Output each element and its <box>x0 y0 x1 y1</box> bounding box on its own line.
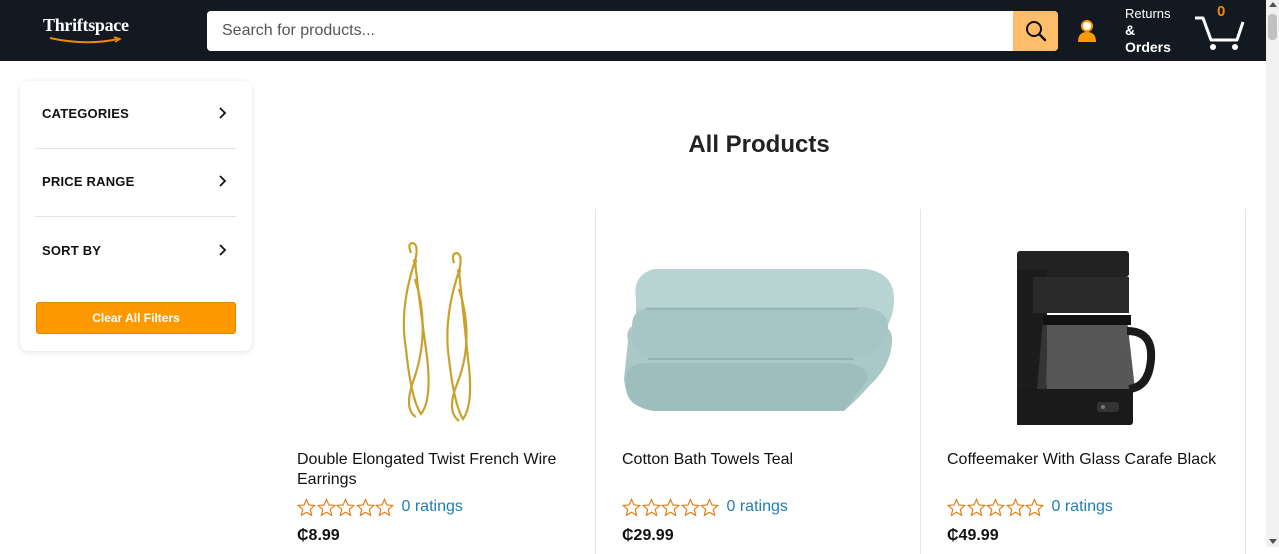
search-icon <box>1025 21 1046 42</box>
scroll-up-arrow-icon[interactable] <box>1269 2 1277 7</box>
orders-label: Orders <box>1125 39 1171 55</box>
star-empty-icon <box>966 497 986 516</box>
top-navbar: Thriftspace Returns & Orders 0 <box>0 0 1266 61</box>
product-price: ₵49.99 <box>947 527 999 544</box>
scroll-down-arrow-icon[interactable] <box>1269 539 1277 544</box>
ratings-link[interactable]: 0 ratings <box>727 498 788 516</box>
product-price: ₵29.99 <box>622 527 674 544</box>
product-name[interactable]: Cotton Bath Towels Teal <box>622 450 912 470</box>
product-card[interactable]: Double Elongated Twist French Wire Earri… <box>271 209 596 554</box>
product-rating: 0 ratings <box>297 497 463 517</box>
page-scrollbar[interactable] <box>1266 0 1279 547</box>
towels-image[interactable] <box>596 239 921 434</box>
page-title: All Products <box>688 131 830 158</box>
product-card[interactable]: Coffeemaker With Glass Carafe Black 0 ra… <box>921 209 1246 554</box>
product-rating: 0 ratings <box>947 497 1113 517</box>
star-empty-icon <box>316 497 336 516</box>
chevron-right-icon <box>219 175 227 187</box>
filter-sort-by[interactable]: SORT BY <box>35 218 236 286</box>
star-empty-icon <box>700 497 719 516</box>
product-name[interactable]: Coffeemaker With Glass Carafe Black <box>947 450 1237 470</box>
filter-categories[interactable]: CATEGORIES <box>35 81 236 149</box>
product-rating: 0 ratings <box>622 497 788 517</box>
star-empty-icon <box>1025 497 1044 516</box>
product-card[interactable]: Cotton Bath Towels Teal 0 ratings ₵29.99 <box>596 209 921 554</box>
star-empty-icon <box>947 497 966 516</box>
star-empty-icon <box>641 497 661 516</box>
filter-price-range-label: PRICE RANGE <box>42 174 135 189</box>
chevron-right-icon <box>219 244 227 256</box>
earrings-image[interactable] <box>271 239 596 434</box>
ratings-link[interactable]: 0 ratings <box>1052 498 1113 516</box>
scrollbar-thumb[interactable] <box>1268 14 1277 40</box>
coffeemaker-image[interactable] <box>921 239 1246 434</box>
filter-sort-by-label: SORT BY <box>42 243 102 258</box>
star-empty-icon <box>297 497 316 516</box>
ampersand-label: & <box>1125 22 1136 38</box>
clear-all-filters-button[interactable]: Clear All Filters <box>36 302 236 334</box>
returns-and-orders-link[interactable]: Returns & Orders <box>1125 5 1171 56</box>
search-button[interactable] <box>1013 11 1058 51</box>
ratings-link[interactable]: 0 ratings <box>402 498 463 516</box>
star-empty-icon <box>986 497 1005 516</box>
star-empty-icon <box>1005 497 1025 516</box>
user-account-icon[interactable] <box>1076 19 1098 43</box>
cart-count-badge: 0 <box>1217 3 1226 20</box>
product-price: ₵8.99 <box>297 527 340 544</box>
product-name[interactable]: Double Elongated Twist French Wire Earri… <box>297 450 587 490</box>
search-bar <box>207 11 1058 51</box>
star-empty-icon <box>622 497 641 516</box>
chevron-right-icon <box>219 107 227 119</box>
star-empty-icon <box>355 497 375 516</box>
star-empty-icon <box>661 497 680 516</box>
logo-smile-icon <box>49 36 122 44</box>
filter-price-range[interactable]: PRICE RANGE <box>35 149 236 217</box>
star-empty-icon <box>336 497 355 516</box>
filter-categories-label: CATEGORIES <box>42 106 129 121</box>
star-empty-icon <box>680 497 700 516</box>
filter-panel: CATEGORIES PRICE RANGE SORT BY Clear All… <box>20 81 252 351</box>
returns-label: Returns <box>1125 6 1171 21</box>
site-logo[interactable]: Thriftspace <box>43 15 129 36</box>
search-input[interactable] <box>207 11 1013 51</box>
star-empty-icon <box>375 497 394 516</box>
